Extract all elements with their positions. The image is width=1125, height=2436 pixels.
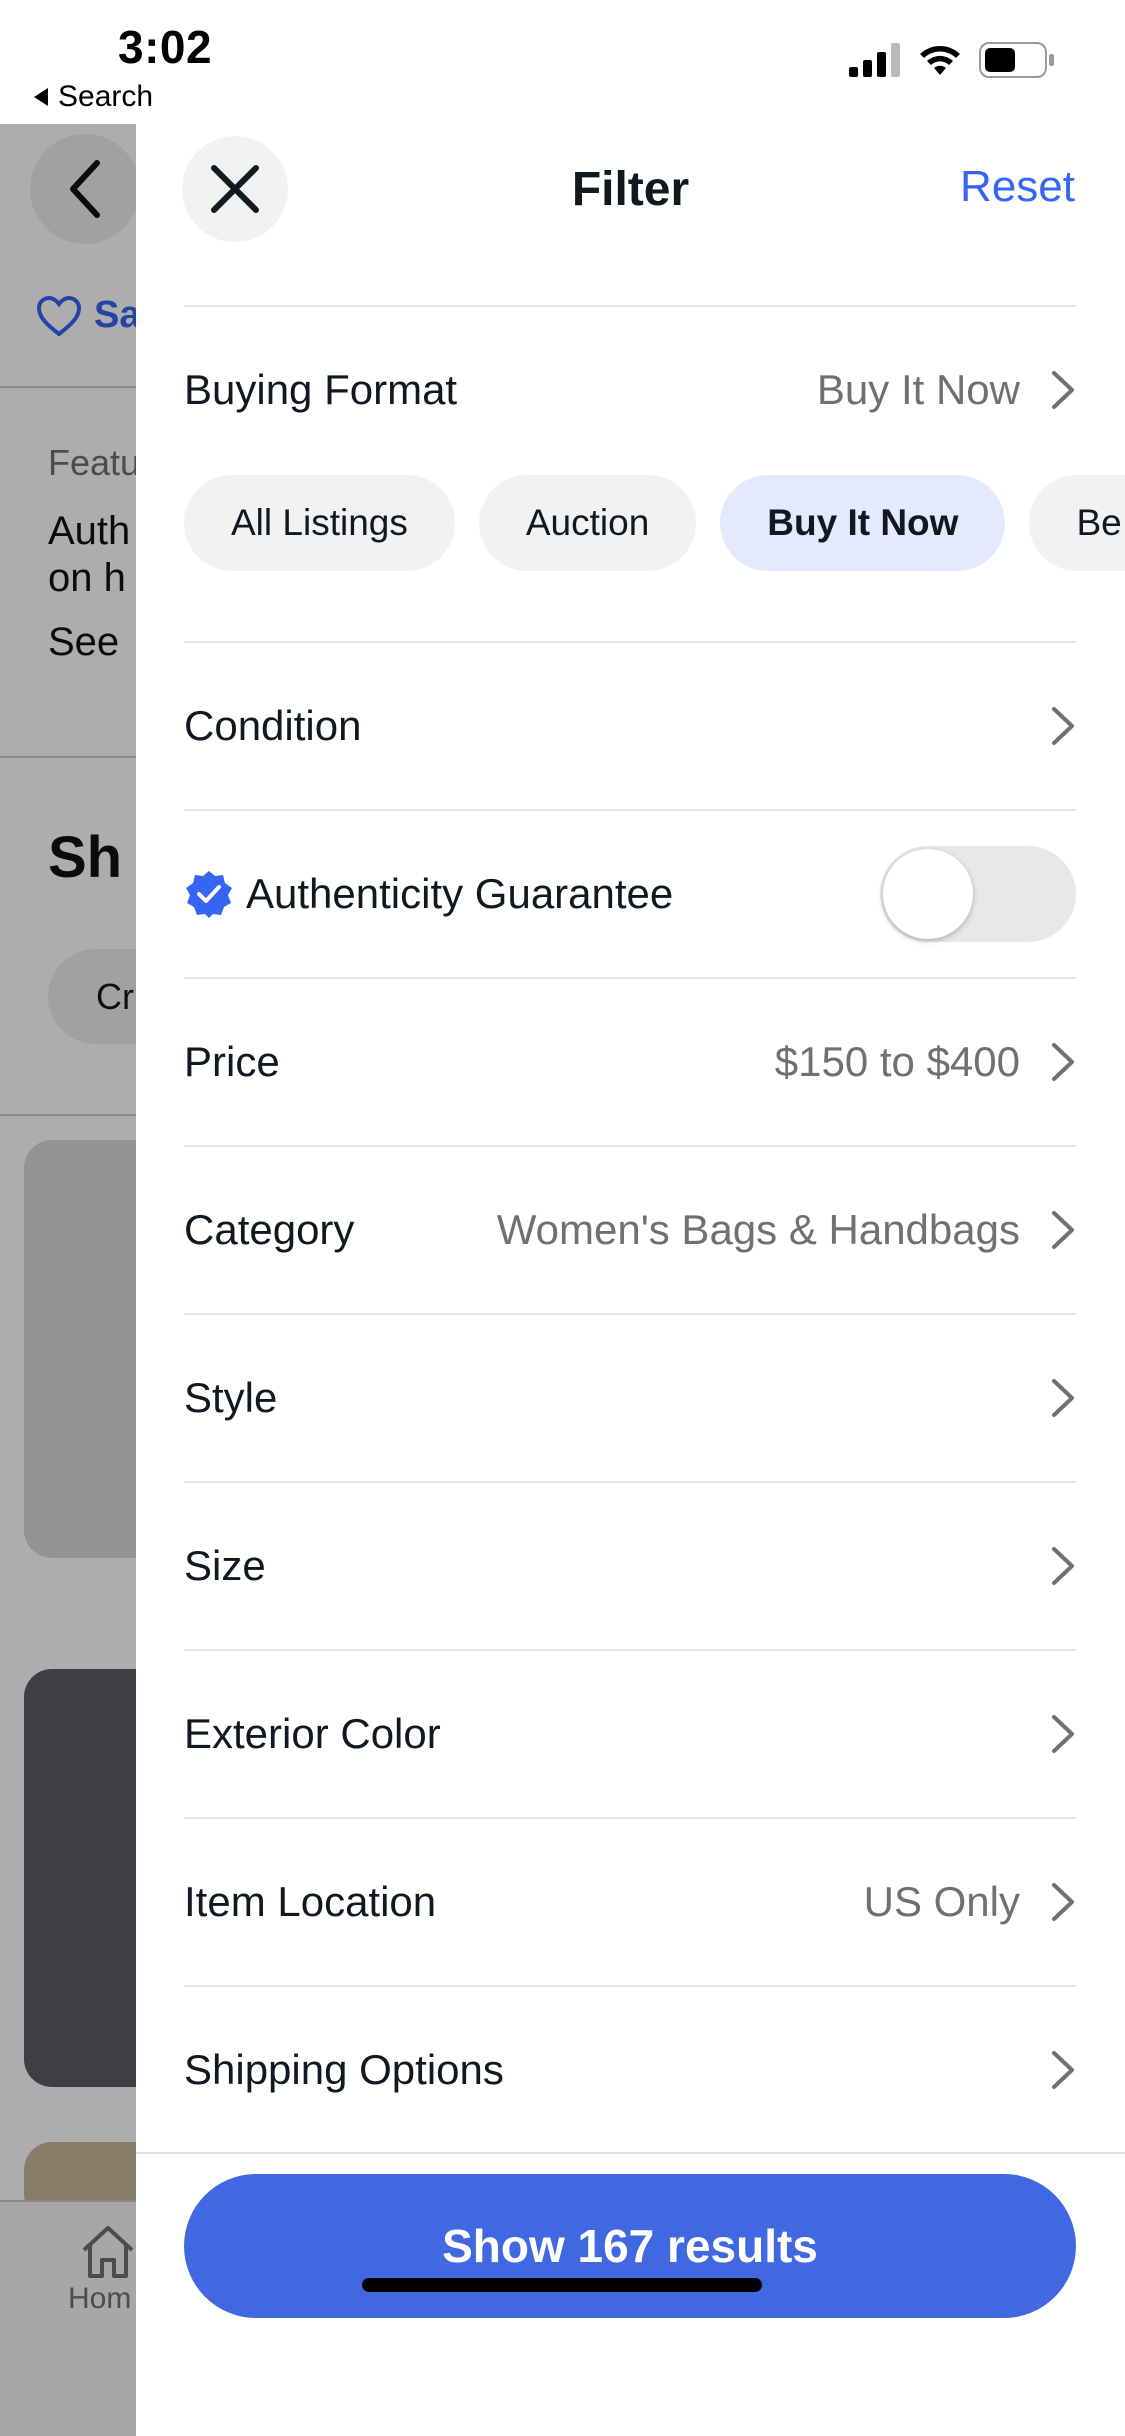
- style-row[interactable]: Style: [184, 1315, 1076, 1481]
- signal-icon: [849, 43, 900, 77]
- wifi-icon: [920, 46, 960, 75]
- item-location-label: Item Location: [184, 1878, 437, 1925]
- chevron-right-icon: [1052, 1211, 1074, 1249]
- price-label: Price: [184, 1038, 280, 1085]
- chevron-right-icon: [1052, 371, 1074, 409]
- buying-format-label: Buying Format: [184, 366, 458, 413]
- status-bar: 3:02 Search: [0, 0, 1125, 124]
- back-app-label: Search: [58, 80, 154, 113]
- category-value: Women's Bags & Handbags: [496, 1206, 1020, 1253]
- verified-badge-icon: [186, 871, 232, 918]
- authenticity-guarantee-toggle[interactable]: [880, 846, 1076, 942]
- back-to-app-link[interactable]: Search: [34, 80, 153, 114]
- chip-auction[interactable]: Auction: [478, 475, 697, 571]
- footer-divider: [136, 2152, 1125, 2154]
- chevron-right-icon: [1052, 1883, 1074, 1921]
- chevron-right-icon: [1052, 1043, 1074, 1081]
- buying-format-row[interactable]: Buying Format Buy It Now: [184, 307, 1076, 473]
- category-row[interactable]: Category Women's Bags & Handbags: [184, 1147, 1076, 1313]
- shipping-options-label: Shipping Options: [184, 2046, 504, 2093]
- buying-format-value: Buy It Now: [816, 366, 1020, 413]
- chevron-right-icon: [1052, 1547, 1074, 1585]
- home-indicator[interactable]: [362, 2278, 762, 2292]
- exterior-color-label: Exterior Color: [184, 1710, 441, 1757]
- authenticity-guarantee-label: Authenticity Guarantee: [246, 870, 674, 917]
- toggle-knob: [883, 849, 973, 939]
- battery-icon: [979, 42, 1054, 78]
- chevron-right-icon: [1052, 1379, 1074, 1417]
- item-location-value: US Only: [863, 1878, 1020, 1925]
- back-triangle-icon: [34, 88, 48, 106]
- chip-buy-it-now[interactable]: Buy It Now: [720, 475, 1006, 571]
- price-value: $150 to $400: [774, 1038, 1020, 1085]
- shipping-options-row[interactable]: Shipping Options: [184, 1987, 1076, 2153]
- category-label: Category: [184, 1206, 355, 1253]
- chevron-right-icon: [1052, 1715, 1074, 1753]
- size-row[interactable]: Size: [184, 1483, 1076, 1649]
- condition-label: Condition: [184, 702, 362, 749]
- size-label: Size: [184, 1542, 266, 1589]
- status-icons: [849, 42, 1055, 78]
- style-label: Style: [184, 1374, 278, 1421]
- chip-all-listings[interactable]: All Listings: [184, 475, 455, 571]
- price-row[interactable]: Price $150 to $400: [184, 979, 1076, 1145]
- reset-button[interactable]: Reset: [960, 162, 1075, 212]
- item-location-row[interactable]: Item Location US Only: [184, 1819, 1076, 1985]
- exterior-color-row[interactable]: Exterior Color: [184, 1651, 1076, 1817]
- buying-format-chips: All Listings Auction Buy It Now Be: [184, 475, 1125, 571]
- status-time: 3:02: [118, 21, 213, 73]
- filter-sheet: Filter Reset Buying Format Buy It Now Al…: [136, 124, 1125, 2436]
- condition-row[interactable]: Condition: [184, 643, 1076, 809]
- chip-best-offer[interactable]: Be: [1029, 475, 1125, 571]
- chevron-right-icon: [1052, 2051, 1074, 2089]
- show-results-button[interactable]: Show 167 results: [184, 2174, 1076, 2318]
- chevron-right-icon: [1052, 707, 1074, 745]
- authenticity-guarantee-row: Authenticity Guarantee: [184, 811, 1076, 977]
